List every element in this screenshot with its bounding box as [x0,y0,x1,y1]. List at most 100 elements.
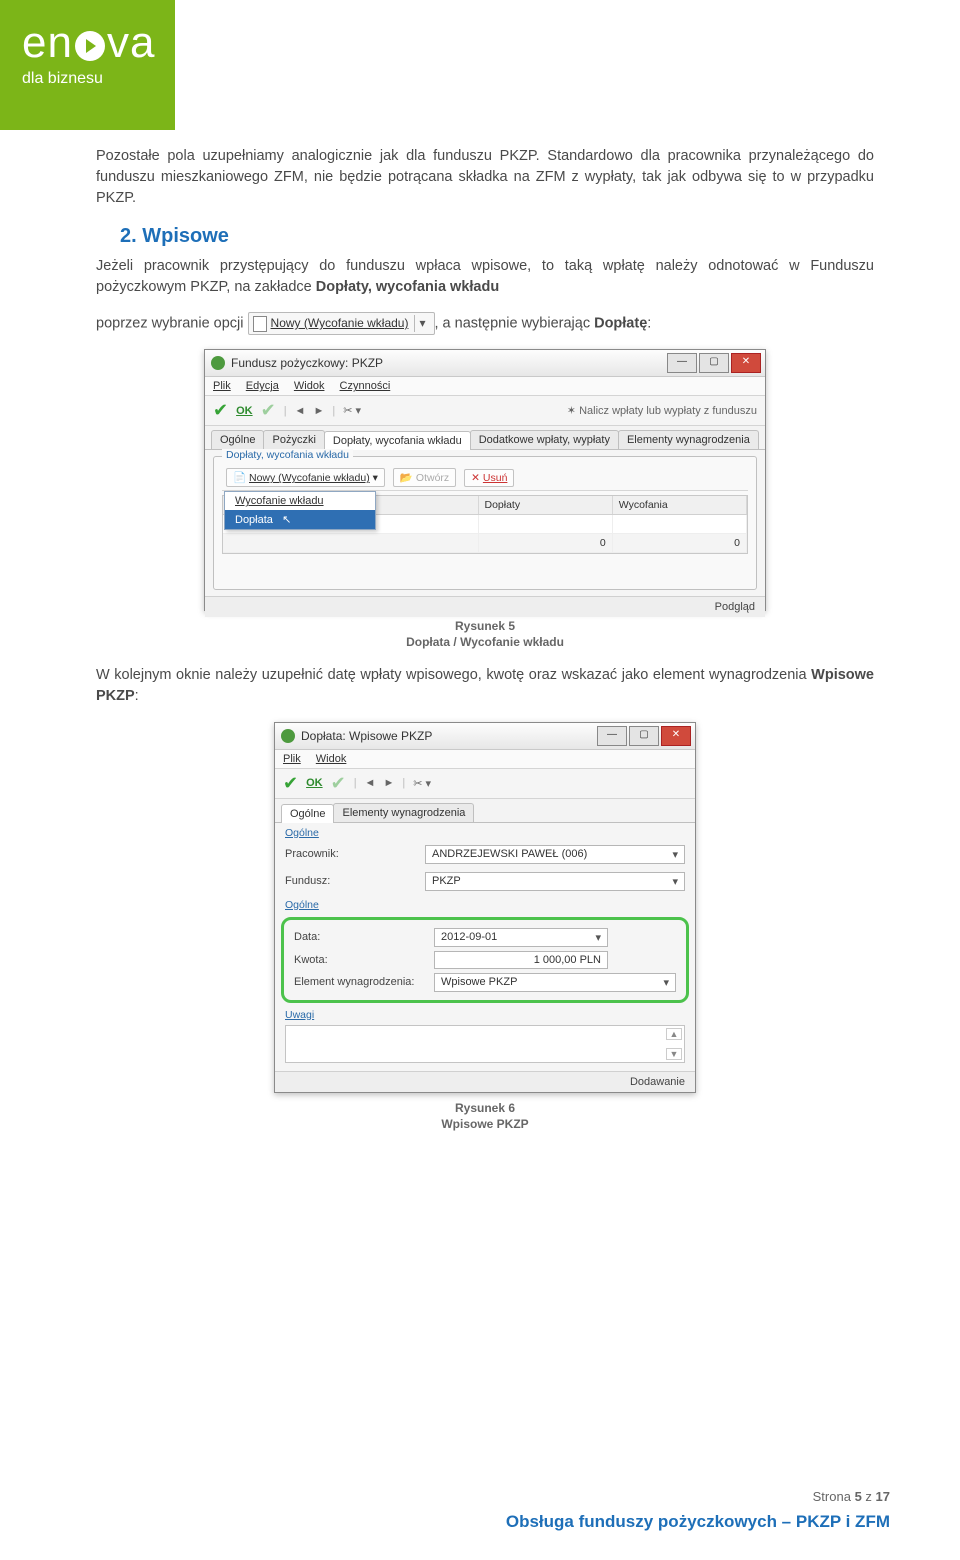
menu-item-wycofanie[interactable]: Wycofanie wkładu [225,492,375,510]
menu-widok[interactable]: Widok [294,380,325,392]
titlebar: Fundusz pożyczkowy: PKZP — ▢ ✕ [205,350,765,377]
tab-elementy[interactable]: Elementy wynagrodzenia [618,430,759,449]
window-title2: Dopłata: Wpisowe PKZP [301,729,432,743]
p2-e: Dopłatę [594,316,647,332]
nalicz-label: Nalicz wpłaty lub wypłaty z funduszu [579,405,757,417]
maximize-button[interactable]: ▢ [699,353,729,373]
val-pracownik: ANDRZEJEWSKI PAWEŁ (006) [432,848,587,860]
ok-button[interactable]: OK [236,405,253,417]
page-number: Strona 5 z 17 [506,1489,890,1504]
caption-2b: Wpisowe PKZP [96,1117,874,1131]
sep3: | [354,777,357,789]
mi-wycofanie-label: Wycofanie wkładu [235,495,324,507]
dropdown-menu: Wycofanie wkładu Dopłata ↖ [224,491,376,530]
g1-text: Ogólne [285,827,319,839]
nalicz-button[interactable]: ✶ Nalicz wpłaty lub wypłaty z funduszu [567,404,757,417]
page-icon [253,316,267,332]
list-open-label: Otwórz [416,472,449,484]
sep: | [284,405,287,417]
maximize-button2[interactable]: ▢ [629,726,659,746]
row-element: Element wynagrodzenia: Wpisowe PKZP▾ [288,971,682,994]
inline-new-button[interactable]: Nowy (Wycofanie wkładu)▾ [248,312,435,335]
sum-1: 0 [479,534,613,552]
menu-item-doplata[interactable]: Dopłata ↖ [225,510,375,529]
close-button2[interactable]: ✕ [661,726,691,746]
nav-fwd2-icon[interactable]: ► [383,777,394,789]
menu-czynnosci[interactable]: Czynności [340,380,391,392]
cell-1 [479,515,613,533]
menu-plik[interactable]: Plik [213,380,231,392]
field-kwota[interactable]: 1 000,00 PLN [434,951,608,969]
window-title: Fundusz pożyczkowy: PKZP [231,356,383,370]
brand-left: en [22,18,73,67]
tab-ogolne[interactable]: Ogólne [211,430,264,449]
list-new-label: Nowy (Wycofanie wkładu) [249,472,370,484]
window-buttons: — ▢ ✕ [667,353,761,373]
minimize-button[interactable]: — [667,353,697,373]
menu2-plik[interactable]: Plik [283,753,301,765]
sep4: | [402,777,405,789]
spinner-down-icon[interactable]: ▼ [666,1048,682,1060]
paragraph-2b: poprzez wybranie opcji Nowy (Wycofanie w… [96,312,874,335]
chevron-down-icon: ▾ [672,875,678,888]
lbl-kwota: Kwota: [294,954,434,966]
field-data[interactable]: 2012-09-01 ▾ [434,928,608,947]
screenshot-fundusz: Fundusz pożyczkowy: PKZP — ▢ ✕ Plik Edyc… [204,349,766,611]
footer: Strona 5 z 17 Obsługa funduszy pożyczkow… [506,1489,890,1532]
g2-text: Ogólne [285,899,319,911]
menu-edycja[interactable]: Edycja [246,380,279,392]
menu2-plik-label: Plik [283,753,301,765]
list-new-button[interactable]: 📄 Nowy (Wycofanie wkładu) ▾ [226,468,385,487]
g3-text: Uwagi [285,1009,314,1021]
tab-doplaty[interactable]: Dopłaty, wycofania wkładu [324,431,471,450]
list-delete-button[interactable]: ✕ Usuń [464,469,514,487]
field-element[interactable]: Wpisowe PKZP▾ [434,973,676,992]
chevron-down-icon: ▾ [672,848,678,861]
close-button[interactable]: ✕ [731,353,761,373]
minimize-button2[interactable]: — [597,726,627,746]
tab-dodatkowe[interactable]: Dodatkowe wpłaty, wypłaty [470,430,619,449]
menu-plik-label: Plik [213,380,231,392]
logo-badge: enva dla biznesu [0,0,175,130]
app-icon2 [281,729,295,743]
logo-brand: enva [22,18,159,68]
spinner-up-icon[interactable]: ▲ [666,1028,682,1040]
ok-button2[interactable]: OK [306,777,323,789]
group2-label-1: Ogólne [275,823,695,841]
val-fundusz: PKZP [432,875,461,887]
row-data: Data: 2012-09-01 ▾ [288,926,682,949]
inline-btn-label: Nowy (Wycofanie wkładu) [271,316,409,330]
menubar: Plik Edycja Widok Czynności [205,377,765,396]
nav-back2-icon[interactable]: ◄ [365,777,376,789]
nav-fwd-icon[interactable]: ► [313,405,324,417]
group-label: Dopłaty, wycofania wkładu [222,449,353,461]
screenshot-doplata: Dopłata: Wpisowe PKZP — ▢ ✕ Plik Widok ✔… [274,722,696,1093]
chevron-down-icon: ▾ [663,976,669,989]
list-open-button[interactable]: 📂 Otwórz [393,468,456,487]
menu2-widok-label: Widok [316,753,347,765]
menu2-widok[interactable]: Widok [316,753,347,765]
tools-icon[interactable]: ✂ ▾ [343,404,361,417]
caption-1b: Dopłata / Wycofanie wkładu [96,635,874,649]
content: Pozostałe pola uzupełniamy analogicznie … [0,130,960,1131]
menu-edycja-label: Edycja [246,380,279,392]
lbl-pracownik: Pracownik: [285,848,425,860]
page: enva dla biznesu Pozostałe pola uzupełni… [0,0,960,1560]
uwagi-textarea[interactable]: ▲ ▼ [285,1025,685,1063]
lbl-data: Data: [294,931,434,943]
lbl-fundusz: Fundusz: [285,875,425,887]
paragraph-3: W kolejnym oknie należy uzupełnić datę w… [96,665,874,707]
p3-c: : [135,688,139,704]
p3-a: W kolejnym oknie należy uzupełnić datę w… [96,667,811,683]
tab2-elementy[interactable]: Elementy wynagrodzenia [333,803,474,822]
field-pracownik[interactable]: ANDRZEJEWSKI PAWEŁ (006) ▾ [425,845,685,864]
nav-back-icon[interactable]: ◄ [295,405,306,417]
chevron-down-icon: ▾ [595,931,601,944]
tab-pozyczki[interactable]: Pożyczki [263,430,324,449]
tools2-icon[interactable]: ✂ ▾ [413,777,431,790]
tab2-ogolne[interactable]: Ogólne [281,804,334,823]
field-fundusz[interactable]: PKZP ▾ [425,872,685,891]
val-data: 2012-09-01 [441,931,497,943]
table-row-sum: 0 0 [223,534,747,553]
mi-doplata-label: Dopłata [235,514,273,526]
